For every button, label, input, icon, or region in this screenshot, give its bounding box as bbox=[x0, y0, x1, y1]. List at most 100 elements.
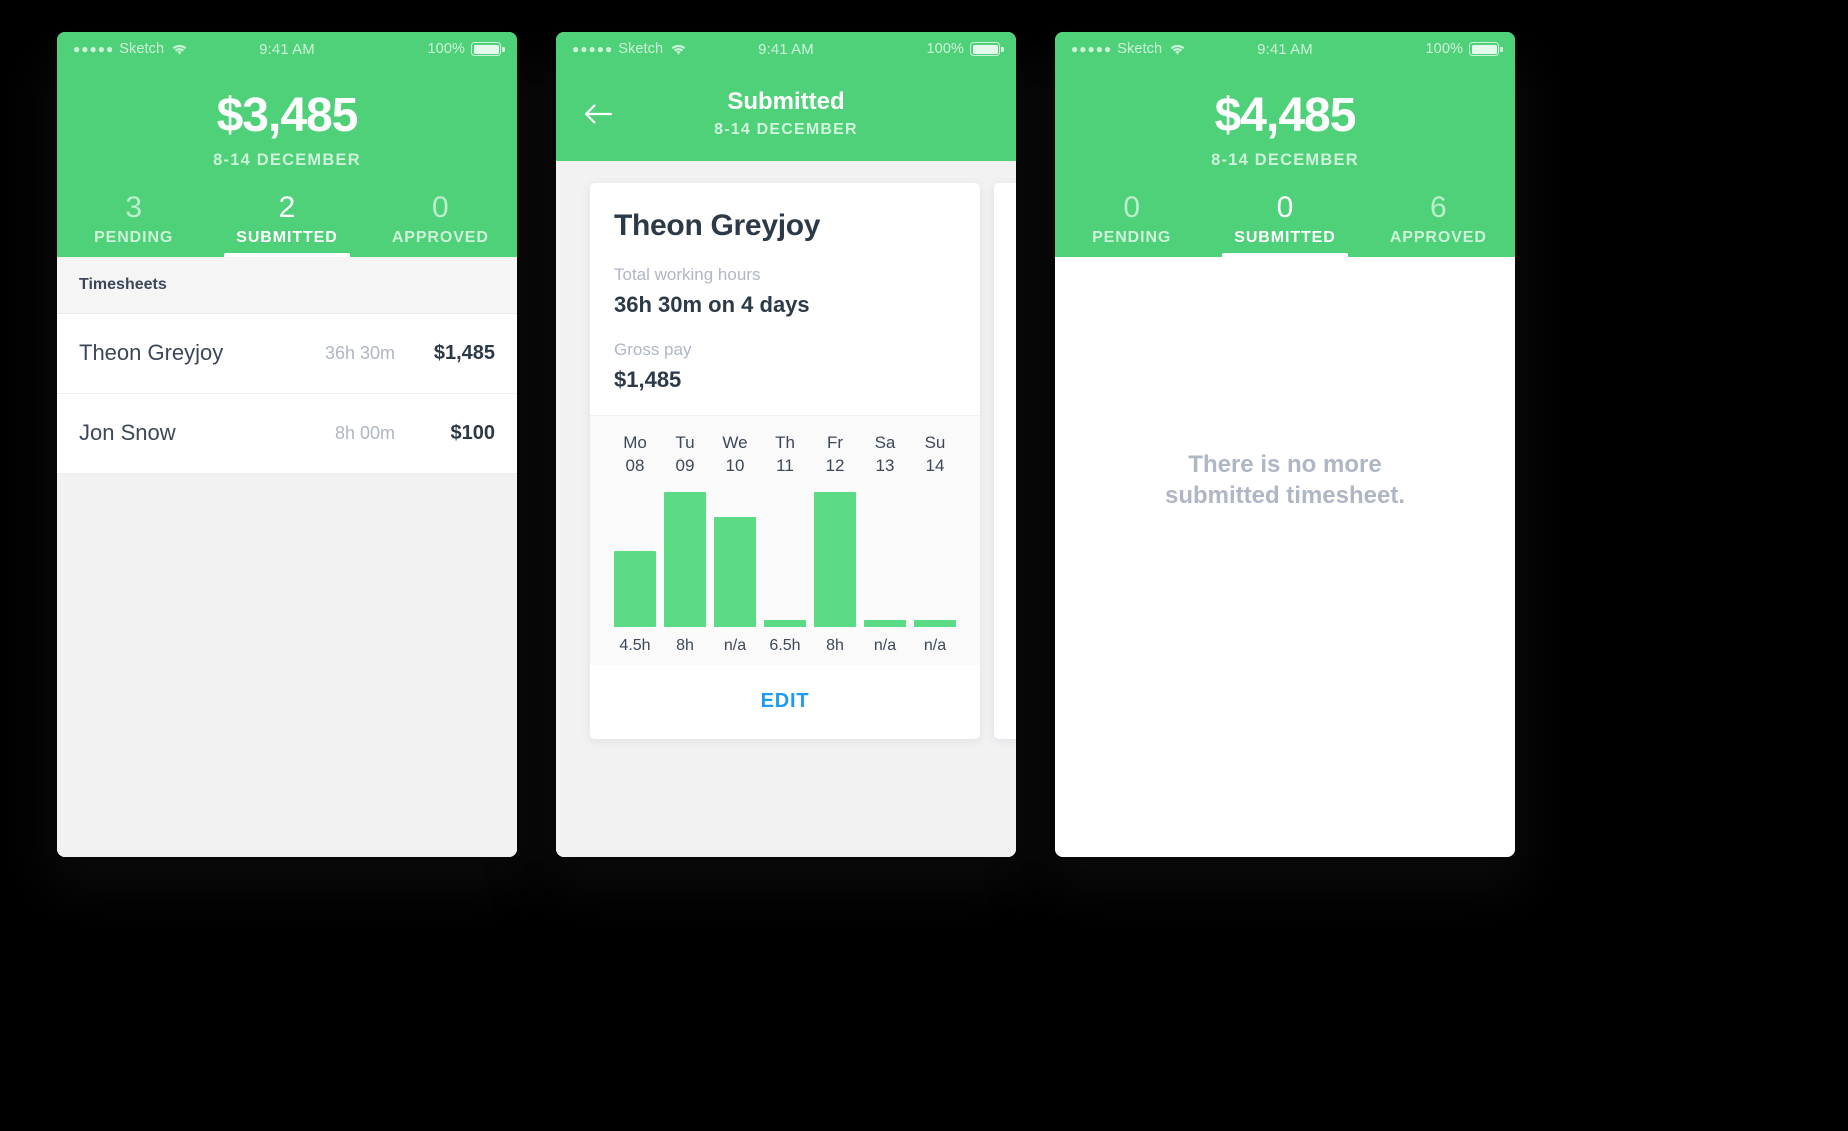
chart-column: Sa 13 n/a bbox=[860, 432, 910, 655]
battery-percent-label: 100% bbox=[926, 41, 965, 57]
chart-day-number: 12 bbox=[825, 455, 845, 475]
tab-approved[interactable]: 6 APPROVED bbox=[1362, 192, 1515, 257]
chart-day-number: 14 bbox=[925, 455, 945, 475]
signal-dots-icon: ●●●●● bbox=[73, 42, 115, 56]
nav-title-group: Submitted 8-14 DECEMBER bbox=[556, 88, 1016, 139]
signal-dots-icon: ●●●●● bbox=[572, 42, 614, 56]
status-right: 100% bbox=[315, 41, 505, 57]
next-card-peek[interactable] bbox=[994, 183, 1016, 739]
tab-approved[interactable]: 0 APPROVED bbox=[364, 192, 517, 257]
table-row[interactable]: Jon Snow 8h 00m $100 bbox=[57, 393, 517, 474]
wifi-icon bbox=[1170, 44, 1185, 55]
battery-percent-label: 100% bbox=[427, 41, 466, 57]
status-left: ●●●●● Sketch bbox=[1071, 41, 1257, 57]
wifi-icon bbox=[671, 44, 686, 55]
gross-pay-label: Gross pay bbox=[614, 340, 692, 359]
chart-day-name: Mo bbox=[623, 433, 647, 452]
chart-day-number: 11 bbox=[776, 455, 794, 475]
phone-screen-empty-submitted: ●●●●● Sketch 9:41 AM 100% $4,485 8-14 DE… bbox=[1055, 32, 1515, 857]
tab-submitted[interactable]: 2 SUBMITTED bbox=[210, 192, 363, 257]
phone3-green-header: ●●●●● Sketch 9:41 AM 100% $4,485 8-14 DE… bbox=[1055, 32, 1515, 257]
battery-percent-label: 100% bbox=[1425, 41, 1464, 57]
phone2-green-header: ●●●●● Sketch 9:41 AM 100% Submitted 8-14… bbox=[556, 32, 1016, 161]
chart-value-label: n/a bbox=[873, 636, 897, 654]
card-carousel[interactable]: Theon Greyjoy Total working hours 36h 30… bbox=[556, 183, 1016, 739]
chart-day-name: Fr bbox=[826, 433, 844, 452]
phone-screen-timesheet-detail: ●●●●● Sketch 9:41 AM 100% Submitted 8-14… bbox=[556, 32, 1016, 857]
chart-columns: Mo 08 4.5h Tu 09 8h We 10 n/a Th 11 6.5h Fr 12 8h Sa 13 n… bbox=[610, 432, 960, 655]
clock-label: 9:41 AM bbox=[758, 40, 814, 58]
chart-bar bbox=[664, 491, 706, 627]
empty-state-line-1: There is no more bbox=[1188, 450, 1382, 478]
chart-day-name: Su bbox=[924, 433, 946, 452]
chart-bar-slot bbox=[710, 492, 760, 627]
battery-icon bbox=[471, 42, 505, 56]
tab-submitted[interactable]: 0 SUBMITTED bbox=[1208, 192, 1361, 257]
payroll-amount: $4,485 bbox=[1214, 89, 1357, 142]
status-right: 100% bbox=[1313, 41, 1503, 57]
chart-bar-slot bbox=[810, 491, 860, 627]
status-right: 100% bbox=[814, 41, 1004, 57]
screenshot-stage: ●●●●● Sketch 9:41 AM 100% $3,485 8-14 DE… bbox=[0, 0, 1848, 1131]
tab-submitted-label: SUBMITTED bbox=[236, 228, 338, 246]
timesheet-detail-card: Theon Greyjoy Total working hours 36h 30… bbox=[590, 183, 980, 739]
chart-day-number: 08 bbox=[625, 455, 645, 475]
carrier-label: Sketch bbox=[119, 41, 165, 57]
tab-approved-count: 0 bbox=[431, 191, 449, 224]
status-tabs: 0 PENDING 0 SUBMITTED 6 APPROVED bbox=[1055, 192, 1515, 257]
chart-value-label: 4.5h bbox=[619, 636, 651, 654]
empty-state-body: There is no more submitted timesheet. RU… bbox=[1055, 256, 1515, 857]
edit-button[interactable]: EDIT bbox=[590, 664, 980, 739]
section-header-timesheets: Timesheets bbox=[57, 256, 517, 314]
status-left: ●●●●● Sketch bbox=[73, 41, 259, 57]
chart-value-label: n/a bbox=[923, 636, 947, 654]
payroll-amount: $3,485 bbox=[216, 89, 359, 142]
chart-day-name: Th bbox=[775, 433, 795, 452]
table-row[interactable]: Theon Greyjoy 36h 30m $1,485 bbox=[57, 313, 517, 394]
tab-pending-label: PENDING bbox=[94, 228, 174, 246]
chart-bar-slot bbox=[910, 492, 960, 627]
chart-day-name: Sa bbox=[874, 433, 896, 452]
wifi-icon bbox=[172, 44, 187, 55]
detail-body: Theon Greyjoy Total working hours 36h 30… bbox=[556, 161, 1016, 857]
row-amount: $100 bbox=[450, 421, 496, 444]
chart-bar-slot bbox=[660, 491, 710, 627]
chart-day-number: 13 bbox=[875, 455, 895, 475]
tab-pending-count: 0 bbox=[1123, 191, 1140, 224]
chart-bar-slot bbox=[610, 492, 660, 627]
chart-column: Su 14 n/a bbox=[910, 432, 960, 655]
gross-pay-value: $1,485 bbox=[614, 367, 682, 392]
tab-approved-count: 6 bbox=[1429, 191, 1447, 224]
status-bar: ●●●●● Sketch 9:41 AM 100% bbox=[556, 32, 1016, 66]
tab-approved-label: APPROVED bbox=[391, 228, 489, 246]
empty-state-message: There is no more submitted timesheet. bbox=[1055, 449, 1515, 513]
weekly-hours-chart: Mo 08 4.5h Tu 09 8h We 10 n/a Th 11 6.5h Fr 12 8h Sa 13 n… bbox=[590, 415, 980, 665]
battery-icon bbox=[970, 42, 1004, 56]
chart-value-label: 6.5h bbox=[769, 636, 801, 654]
nav-bar: Submitted 8-14 DECEMBER bbox=[556, 66, 1016, 161]
phone1-green-header: ●●●●● Sketch 9:41 AM 100% $3,485 8-14 DE… bbox=[57, 32, 517, 257]
chart-value-label: n/a bbox=[723, 636, 747, 654]
battery-icon bbox=[1469, 42, 1503, 56]
back-button[interactable] bbox=[578, 94, 618, 134]
page-title: Submitted bbox=[727, 88, 845, 115]
page-subtitle: 8-14 DECEMBER bbox=[714, 121, 858, 138]
row-amount: $1,485 bbox=[433, 341, 495, 364]
chart-column: Tu 09 8h bbox=[660, 432, 710, 655]
row-name: Theon Greyjoy bbox=[79, 340, 224, 365]
chart-bar bbox=[814, 491, 856, 627]
chart-column: Mo 08 4.5h bbox=[610, 432, 660, 655]
row-hours: 36h 30m bbox=[324, 342, 395, 363]
payroll-period: 8-14 DECEMBER bbox=[213, 151, 361, 169]
tab-submitted-label: SUBMITTED bbox=[1234, 228, 1336, 246]
row-name: Jon Snow bbox=[79, 420, 176, 445]
chart-day-number: 09 bbox=[675, 455, 695, 475]
tab-submitted-count: 0 bbox=[1276, 191, 1294, 224]
status-bar: ●●●●● Sketch 9:41 AM 100% bbox=[1055, 32, 1515, 66]
tab-pending[interactable]: 0 PENDING bbox=[1055, 192, 1208, 257]
chart-bar-slot bbox=[860, 492, 910, 627]
chart-bar bbox=[914, 619, 956, 627]
chart-bar bbox=[764, 619, 806, 627]
total-hours-value: 36h 30m on 4 days bbox=[614, 292, 810, 317]
tab-pending[interactable]: 3 PENDING bbox=[57, 192, 210, 257]
